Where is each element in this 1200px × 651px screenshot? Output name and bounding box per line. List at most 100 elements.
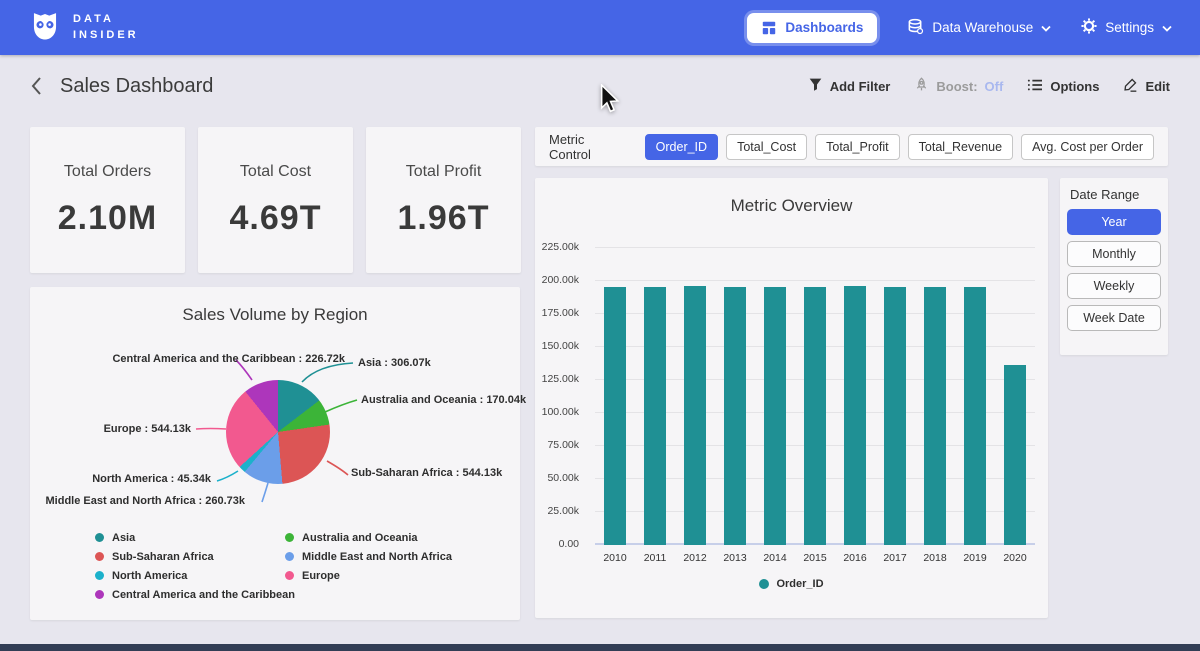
bar-2016[interactable] — [844, 286, 866, 545]
x-axis-tick: 2019 — [955, 552, 995, 564]
bottom-bar — [0, 644, 1200, 651]
date-range-year[interactable]: Year — [1067, 209, 1161, 235]
y-axis-tick: 25.00k — [535, 505, 579, 517]
edit-button[interactable]: Edit — [1123, 77, 1170, 95]
legend-dot — [95, 533, 104, 542]
metric-chip-total-profit[interactable]: Total_Profit — [815, 134, 900, 160]
legend-dot — [285, 533, 294, 542]
pie-legend-column-1: Asia Sub-Saharan Africa North America Centr… — [95, 531, 295, 607]
bar-2019[interactable] — [964, 287, 986, 545]
pie-legend-asia[interactable]: Asia — [95, 531, 295, 544]
pie-legend-middle-east-and-north-africa[interactable]: Middle East and North Africa — [285, 550, 452, 563]
bar-2014[interactable] — [764, 287, 786, 545]
legend-label: Asia — [112, 532, 135, 544]
x-axis-tick: 2016 — [835, 552, 875, 564]
boost-toggle[interactable]: Boost: Off — [914, 77, 1003, 95]
kpi-value: 2.10M — [58, 199, 158, 238]
nav-dashboards-label: Dashboards — [785, 20, 863, 35]
pencil-icon — [1123, 77, 1138, 95]
bar-2010[interactable] — [604, 287, 626, 545]
pie-label-central-america-caribbean: Central America and the Caribbean : 226.… — [112, 353, 345, 365]
legend-label: Europe — [302, 570, 340, 582]
gear-icon — [1081, 18, 1097, 37]
date-range-week-date[interactable]: Week Date — [1067, 305, 1161, 331]
pie-legend-sub-saharan-africa[interactable]: Sub-Saharan Africa — [95, 550, 295, 563]
options-button[interactable]: Options — [1027, 78, 1099, 95]
pie-label-australia-oceania: Australia and Oceania : 170.04k — [361, 394, 526, 406]
metric-chip-avg-cost-per-order[interactable]: Avg. Cost per Order — [1021, 134, 1154, 160]
brand[interactable]: DATA INSIDER — [28, 8, 139, 47]
metric-chip-total-cost[interactable]: Total_Cost — [726, 134, 807, 160]
legend-dot — [285, 552, 294, 561]
x-axis-tick: 2017 — [875, 552, 915, 564]
gridline — [595, 247, 1035, 248]
kpi-label: Total Orders — [64, 163, 151, 181]
nav-settings[interactable]: Settings — [1081, 18, 1172, 37]
metric-overview-card: Metric Overview 0.0025.00k50.00k75.00k10… — [535, 178, 1048, 618]
legend-label: Australia and Oceania — [302, 532, 418, 544]
kpi-card-total-orders: Total Orders 2.10M — [30, 127, 185, 273]
bar-2013[interactable] — [724, 287, 746, 545]
kpi-value: 1.96T — [398, 199, 490, 238]
legend-label: Central America and the Caribbean — [112, 589, 295, 601]
back-button[interactable] — [30, 76, 42, 96]
nav-data-warehouse[interactable]: Data Warehouse — [907, 18, 1051, 38]
add-filter-button[interactable]: Add Filter — [808, 77, 891, 95]
funnel-icon — [808, 77, 823, 95]
pie-chart-title: Sales Volume by Region — [30, 305, 520, 325]
legend-dot — [95, 590, 104, 599]
legend-dot — [759, 579, 769, 589]
owl-logo-icon — [28, 8, 62, 47]
top-nav: DATA INSIDER Dashboards — [0, 0, 1200, 55]
pie-legend-central-america-and-the-caribbean[interactable]: Central America and the Caribbean — [95, 588, 295, 601]
metric-chips: Order_ID Total_Cost Total_Profit Total_Reve… — [645, 134, 1154, 160]
bar-2015[interactable] — [804, 287, 826, 545]
kpi-card-total-profit: Total Profit 1.96T — [366, 127, 521, 273]
page-header: Sales Dashboard Add Filter Boost: Off — [0, 55, 1200, 117]
bar-2012[interactable] — [684, 286, 706, 545]
page-title: Sales Dashboard — [60, 75, 213, 98]
boost-value: Off — [985, 79, 1004, 94]
legend-dot — [95, 552, 104, 561]
legend-label: North America — [112, 570, 187, 582]
metric-chip-total-revenue[interactable]: Total_Revenue — [908, 134, 1013, 160]
pie-legend-australia-and-oceania[interactable]: Australia and Oceania — [285, 531, 452, 544]
bar-2017[interactable] — [884, 287, 906, 545]
y-axis-tick: 50.00k — [535, 472, 579, 484]
legend-dot — [285, 571, 294, 580]
pie-legend-north-america[interactable]: North America — [95, 569, 295, 582]
add-filter-label: Add Filter — [830, 79, 891, 94]
bar-y-axis: 0.0025.00k50.00k75.00k100.00k125.00k150.… — [535, 248, 585, 545]
pie[interactable] — [226, 380, 330, 484]
kpi-label: Total Profit — [406, 163, 482, 181]
pie-legend-europe[interactable]: Europe — [285, 569, 452, 582]
nav-dashboards-button[interactable]: Dashboards — [747, 13, 877, 43]
pie-label-sub-saharan-africa: Sub-Saharan Africa : 544.13k — [351, 467, 502, 479]
y-axis-tick: 150.00k — [535, 340, 579, 352]
kpi-card-total-cost: Total Cost 4.69T — [198, 127, 353, 273]
y-axis-tick: 0.00 — [535, 538, 579, 550]
bar-2011[interactable] — [644, 287, 666, 545]
x-axis-tick: 2020 — [995, 552, 1035, 564]
gridline — [595, 280, 1035, 281]
y-axis-tick: 225.00k — [535, 241, 579, 253]
x-axis-tick: 2010 — [595, 552, 635, 564]
metric-chip-order-id[interactable]: Order_ID — [645, 134, 718, 160]
brand-text: DATA INSIDER — [73, 12, 139, 44]
y-axis-tick: 125.00k — [535, 373, 579, 385]
pie-legend-column-2: Australia and Oceania Middle East and Nor… — [285, 531, 452, 588]
date-range-options: Year Monthly Weekly Week Date — [1067, 209, 1161, 331]
y-axis-tick: 200.00k — [535, 274, 579, 286]
metric-control-bar: Metric Control Order_IDTotal_CostTotal_P… — [535, 127, 1168, 166]
bar-2018[interactable] — [924, 287, 946, 545]
date-range-weekly[interactable]: Weekly — [1067, 273, 1161, 299]
nav-data-warehouse-label: Data Warehouse — [932, 20, 1033, 35]
bar-chart-title: Metric Overview — [535, 196, 1048, 216]
date-range-monthly[interactable]: Monthly — [1067, 241, 1161, 267]
x-axis-tick: 2018 — [915, 552, 955, 564]
kpi-value: 4.69T — [230, 199, 322, 238]
bar-2020[interactable] — [1004, 365, 1026, 545]
y-axis-tick: 175.00k — [535, 307, 579, 319]
bar-legend[interactable]: Order_ID — [535, 578, 1048, 590]
x-axis-tick: 2013 — [715, 552, 755, 564]
